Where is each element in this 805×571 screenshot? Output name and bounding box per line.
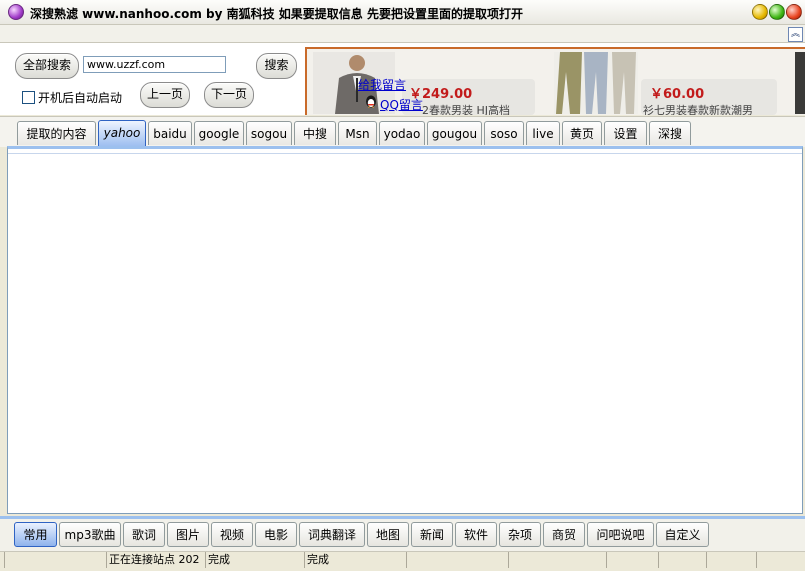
all-search-button[interactable]: 全部搜索 bbox=[15, 53, 79, 79]
ad-price-2: ￥60.00 bbox=[650, 87, 705, 102]
ad-desc-2: 衫七男装春款新款潮男 bbox=[643, 104, 753, 115]
tab-settings[interactable]: 设置 bbox=[604, 121, 647, 145]
window-title: 深搜熟滤 www.nanhoo.com by 南狐科技 如果要提取信息 先要把设… bbox=[30, 7, 523, 21]
tab-baidu[interactable]: baidu bbox=[148, 121, 192, 145]
url-input[interactable] bbox=[83, 56, 226, 73]
category-misc[interactable]: 杂项 bbox=[499, 522, 541, 547]
category-dictionary[interactable]: 词典翻译 bbox=[299, 522, 365, 547]
category-software[interactable]: 软件 bbox=[455, 522, 497, 547]
autostart-checkbox[interactable] bbox=[22, 91, 35, 104]
tab-soso[interactable]: soso bbox=[484, 121, 524, 145]
category-lyrics[interactable]: 歌词 bbox=[123, 522, 165, 547]
status-cell-6 bbox=[508, 552, 607, 568]
maximize-button[interactable] bbox=[769, 4, 785, 20]
category-news[interactable]: 新闻 bbox=[411, 522, 453, 547]
status-done-1: 完成 bbox=[205, 552, 304, 568]
collapse-strip bbox=[0, 25, 805, 43]
tab-gougou[interactable]: gougou bbox=[427, 121, 482, 145]
status-cell-empty bbox=[4, 552, 107, 568]
qq-message-link[interactable]: QQ留言 bbox=[380, 96, 423, 113]
collapse-up-icon[interactable]: ︽ bbox=[788, 27, 803, 42]
tab-extracted-content[interactable]: 提取的内容 bbox=[17, 121, 96, 145]
message-link[interactable]: 给我留言 bbox=[358, 76, 406, 93]
prev-page-button[interactable]: 上一页 bbox=[140, 82, 190, 108]
ad-desc-1: 2春款男装 HJ高档 bbox=[422, 104, 511, 115]
tab-live[interactable]: live bbox=[526, 121, 560, 145]
tab-deep-search[interactable]: 深搜 bbox=[649, 121, 691, 145]
category-movies[interactable]: 电影 bbox=[255, 522, 297, 547]
next-page-button[interactable]: 下一页 bbox=[204, 82, 254, 108]
category-common[interactable]: 常用 bbox=[14, 522, 57, 547]
category-mp3[interactable]: mp3歌曲 bbox=[59, 522, 121, 547]
category-images[interactable]: 图片 bbox=[167, 522, 209, 547]
category-video[interactable]: 视频 bbox=[211, 522, 253, 547]
ad-image-pants[interactable] bbox=[554, 52, 638, 114]
status-cell-8 bbox=[658, 552, 707, 568]
app-icon[interactable] bbox=[8, 4, 24, 20]
tab-yodao[interactable]: yodao bbox=[379, 121, 425, 145]
category-trade[interactable]: 商贸 bbox=[543, 522, 585, 547]
tab-zhongsou[interactable]: 中搜 bbox=[294, 121, 336, 145]
content-inner bbox=[8, 153, 802, 513]
search-button[interactable]: 搜索 bbox=[256, 53, 297, 79]
minimize-button[interactable] bbox=[752, 4, 768, 20]
ad-image-edge bbox=[795, 52, 805, 114]
category-custom[interactable]: 自定义 bbox=[656, 522, 709, 547]
category-map[interactable]: 地图 bbox=[367, 522, 409, 547]
status-cell-9 bbox=[706, 552, 757, 568]
close-button[interactable] bbox=[786, 4, 802, 20]
tab-yellow-pages[interactable]: 黄页 bbox=[562, 121, 602, 145]
category-wenba[interactable]: 问吧说吧 bbox=[587, 522, 654, 547]
tab-msn[interactable]: Msn bbox=[338, 121, 377, 145]
autostart-label: 开机后自动启动 bbox=[38, 91, 123, 105]
status-cell-10 bbox=[756, 552, 805, 568]
status-connecting: 正在连接站点 202 bbox=[106, 552, 205, 568]
tab-google[interactable]: google bbox=[194, 121, 244, 145]
status-cell-7 bbox=[606, 552, 659, 568]
tab-yahoo[interactable]: yahoo bbox=[98, 120, 146, 146]
status-done-2: 完成 bbox=[304, 552, 407, 568]
qq-penguin-icon[interactable] bbox=[365, 95, 377, 108]
status-cell-5 bbox=[406, 552, 509, 568]
content-pane[interactable] bbox=[7, 146, 803, 514]
tab-sogou[interactable]: sogou bbox=[246, 121, 292, 145]
